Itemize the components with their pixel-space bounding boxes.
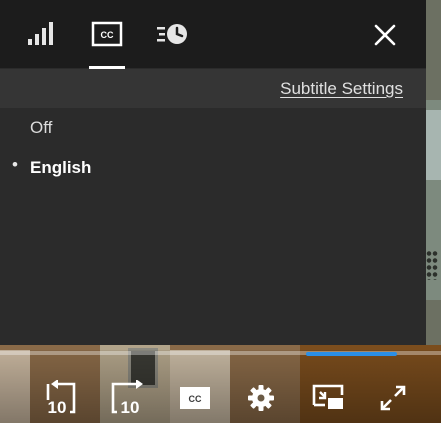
settings-button[interactable] <box>244 380 278 416</box>
rewind-10-button[interactable]: 10 <box>42 380 82 416</box>
tab-subtitles[interactable]: CC <box>87 14 127 54</box>
rewind-10-icon: 10 <box>42 380 82 416</box>
playback-speed-icon <box>155 21 191 47</box>
subtitle-option-english[interactable]: • English <box>0 148 426 184</box>
selected-bullet: • <box>12 155 18 174</box>
cc-control-badge: CC <box>189 394 202 404</box>
tab-playback-speed[interactable] <box>153 14 193 54</box>
fullscreen-button[interactable] <box>376 380 410 416</box>
picture-in-picture-icon <box>310 383 346 413</box>
tab-quality[interactable] <box>21 14 61 54</box>
settings-panel: CC Subtitle Settings Off • English <box>0 0 426 345</box>
subtitle-option-label: English <box>30 158 92 177</box>
close-button[interactable] <box>370 20 400 50</box>
fullscreen-icon <box>379 384 407 412</box>
settings-panel-header: CC <box>0 0 426 69</box>
rewind-10-label: 10 <box>48 398 67 416</box>
closed-captions-icon: CC <box>179 386 211 410</box>
closed-captions-icon: CC <box>91 21 123 47</box>
cc-tab-badge: CC <box>101 30 114 40</box>
signal-bars-icon <box>27 22 55 46</box>
forward-10-button[interactable]: 10 <box>107 380 149 416</box>
captions-button[interactable]: CC <box>178 380 212 416</box>
forward-10-label: 10 <box>121 398 140 416</box>
subtitle-option-label: Off <box>30 118 53 137</box>
video-background <box>426 250 438 280</box>
picture-in-picture-button[interactable] <box>308 380 348 416</box>
video-background <box>424 110 441 180</box>
subtitle-settings-bar: Subtitle Settings <box>0 69 426 108</box>
progress-fill <box>306 352 397 356</box>
close-icon <box>374 24 396 46</box>
subtitle-option-off[interactable]: Off <box>0 108 426 144</box>
subtitle-settings-link[interactable]: Subtitle Settings <box>280 79 403 99</box>
gear-icon <box>247 384 275 412</box>
forward-10-icon: 10 <box>107 380 149 416</box>
